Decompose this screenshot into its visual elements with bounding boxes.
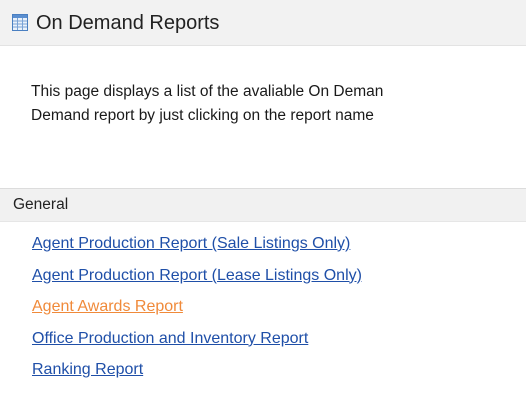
- report-link-agent-production-sale[interactable]: Agent Production Report (Sale Listings O…: [32, 235, 350, 252]
- report-link-agent-production-lease[interactable]: Agent Production Report (Lease Listings …: [32, 267, 362, 284]
- section-label: General: [13, 196, 69, 213]
- list-item: Agent Production Report (Lease Listings …: [32, 260, 522, 292]
- section-header-general: General: [0, 188, 526, 222]
- page-header: On Demand Reports: [0, 0, 526, 46]
- page-description: This page displays a list of the avaliab…: [31, 80, 526, 128]
- description-line-1: This page displays a list of the avaliab…: [31, 83, 384, 100]
- list-item: Agent Production Report (Sale Listings O…: [32, 228, 522, 260]
- on-demand-reports-page: On Demand Reports This page displays a l…: [0, 0, 526, 397]
- report-list: Agent Production Report (Sale Listings O…: [32, 228, 522, 386]
- list-item: Ranking Report: [32, 354, 522, 386]
- page-title: On Demand Reports: [36, 12, 220, 34]
- list-item: Office Production and Inventory Report: [32, 323, 522, 355]
- report-table-icon: [12, 14, 28, 31]
- list-item: Agent Awards Report: [32, 291, 522, 323]
- description-line-2: Demand report by just clicking on the re…: [31, 107, 374, 124]
- report-link-office-production-inventory[interactable]: Office Production and Inventory Report: [32, 330, 308, 347]
- report-link-agent-awards[interactable]: Agent Awards Report: [32, 298, 183, 315]
- report-link-ranking[interactable]: Ranking Report: [32, 361, 143, 378]
